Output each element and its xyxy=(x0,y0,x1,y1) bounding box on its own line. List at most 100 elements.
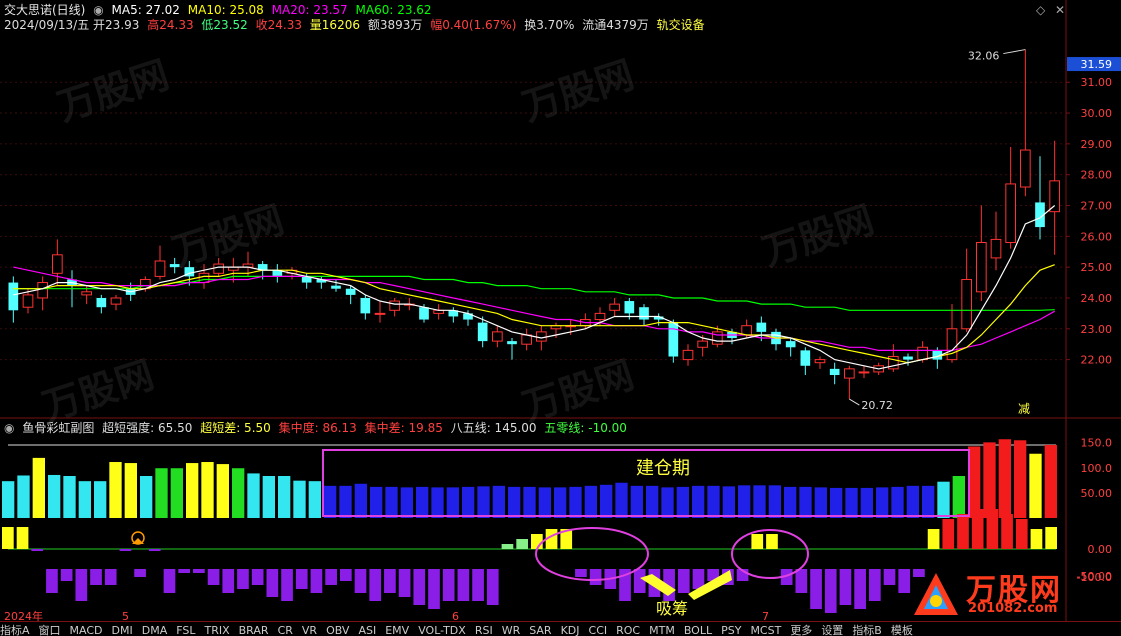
sub-upper-bar xyxy=(140,476,153,518)
candle-body xyxy=(594,312,606,321)
diamond-icon[interactable]: ◇ xyxy=(1036,3,1045,17)
candle-body xyxy=(81,291,93,296)
candle-body xyxy=(858,371,870,374)
sub-lower-bar xyxy=(839,569,852,605)
price-tick-label: 26.00 xyxy=(1081,230,1113,243)
quote-turnover: 换3.70% xyxy=(524,18,575,32)
sub-upper-bar xyxy=(492,485,505,518)
indicator-tab[interactable]: VOL-TDX xyxy=(418,624,466,636)
sub-upper-bar xyxy=(646,485,659,518)
sub-lower-bar xyxy=(266,569,279,597)
candle-body xyxy=(521,334,533,345)
sub-upper-bar xyxy=(784,486,797,518)
indicator-tab[interactable]: 模板 xyxy=(891,622,913,636)
indicator-tab[interactable]: DMI xyxy=(112,624,133,636)
candle-body xyxy=(198,272,210,284)
sub-upper-bar xyxy=(538,487,551,518)
candle-body xyxy=(946,328,958,361)
sub-lower-bar xyxy=(1015,519,1028,549)
sub-upper-bar xyxy=(339,485,352,518)
sub-lower-bar xyxy=(472,569,484,601)
settings-icon[interactable]: ◉ xyxy=(4,421,14,435)
indicator-tab[interactable]: 指标A xyxy=(0,622,30,636)
quote-change: 幅0.40(1.67%) xyxy=(430,18,517,32)
quote-open: 开23.93 xyxy=(93,18,140,32)
sub-chart-title[interactable]: 鱼骨彩虹副图 xyxy=(22,421,94,435)
indicator-tab[interactable]: ROC xyxy=(616,624,640,636)
sub-upper-bar xyxy=(554,487,567,518)
sub-lower-bar xyxy=(325,569,337,585)
indicator-tab[interactable]: BOLL xyxy=(684,624,712,636)
candle-body xyxy=(843,368,855,379)
sub-lower-bar xyxy=(75,569,88,601)
sub-upper-bar xyxy=(78,481,91,518)
indicator-tab[interactable]: VR xyxy=(302,624,317,636)
main-chart-header: 交大思诺(日线) ◉ MA5: 27.02 MA10: 25.08 MA20: … xyxy=(4,3,436,17)
indicator-tab[interactable]: FSL xyxy=(176,624,195,636)
sub-lower-bar xyxy=(2,527,14,549)
candle-body xyxy=(8,282,19,311)
sub-lower-bar xyxy=(295,569,308,589)
sub-upper-bar xyxy=(109,462,122,518)
sub-upper-bar xyxy=(830,487,843,518)
sub-upper-bar xyxy=(508,486,521,518)
quote-sector[interactable]: 轨交设备 xyxy=(657,18,705,32)
sub-lower-bar xyxy=(442,569,455,601)
sub-lower-bar xyxy=(46,569,58,593)
price-tick-label: 31.00 xyxy=(1081,76,1113,89)
sub-upper-bar xyxy=(799,486,812,518)
sub-lower-bar xyxy=(60,569,73,581)
sub-upper-bar xyxy=(124,463,137,518)
stock-name[interactable]: 交大思诺(日线) xyxy=(4,3,85,17)
indicator-tab[interactable]: MCST xyxy=(750,624,781,636)
candle-body xyxy=(1005,183,1017,243)
candle-body xyxy=(697,340,709,348)
indicator-tab[interactable]: OBV xyxy=(326,624,349,636)
sub-upper-bar xyxy=(32,457,45,518)
sub-upper-bar xyxy=(738,485,751,518)
candle-body xyxy=(507,341,517,345)
sub-lower-bar xyxy=(957,514,969,549)
sub-upper-bar xyxy=(324,485,337,518)
indicator-tab[interactable]: 指标B xyxy=(852,622,882,636)
sub-tick-label: 0.00 xyxy=(1088,543,1113,556)
sub-lower-bar xyxy=(428,569,440,609)
high-label: 32.06 xyxy=(968,50,1000,63)
indicator-tab[interactable]: SAR xyxy=(529,624,551,636)
indicator-tab[interactable]: DMA xyxy=(142,624,168,636)
sub-upper-bar xyxy=(1029,453,1042,518)
indicator-tab[interactable]: MTM xyxy=(649,624,675,636)
sub-upper-bar xyxy=(906,485,919,518)
indicator-tab[interactable]: TRIX xyxy=(204,624,229,636)
indicator-tab[interactable]: CCI xyxy=(589,624,608,636)
quote-close: 收24.33 xyxy=(255,18,302,32)
sub-lower-bar xyxy=(31,549,44,551)
indicator-tab[interactable]: 设置 xyxy=(821,622,843,636)
indicator-tab[interactable]: RSI xyxy=(475,624,493,636)
sub-upper-bar xyxy=(768,485,781,518)
indicator-tab[interactable]: 更多 xyxy=(790,622,812,636)
candle-body xyxy=(345,288,356,295)
sub-upper-bar xyxy=(446,487,459,518)
indicator-tab[interactable]: WR xyxy=(502,624,521,636)
indicator-tab[interactable]: 窗口 xyxy=(39,622,61,636)
sub-lower-bar xyxy=(795,569,808,593)
indicator-tab[interactable]: ASI xyxy=(358,624,376,636)
settings-icon[interactable]: ◉ xyxy=(93,3,103,17)
indicator-tab[interactable]: CR xyxy=(278,624,293,636)
indicator-tab[interactable]: PSY xyxy=(721,624,741,636)
sub-lower-bar xyxy=(104,569,117,585)
candle-body xyxy=(491,331,503,342)
indicator-tab[interactable]: BRAR xyxy=(239,624,269,636)
sub-lower-bar xyxy=(281,569,293,601)
indicator-tab-bar: 指标A 窗口 MACD DMI DMA FSL TRIX BRAR CR VR OBV ASI EMV V… xyxy=(0,621,1121,636)
candle-body xyxy=(800,350,811,366)
quote-volume: 量16206 xyxy=(309,18,360,32)
indicator-tab[interactable]: KDJ xyxy=(561,624,580,636)
build-period-label: 建仓期 xyxy=(636,458,690,479)
ma60-line xyxy=(13,275,1055,311)
indicator-tab[interactable]: EMV xyxy=(385,624,409,636)
indicator-tab[interactable]: MACD xyxy=(70,624,103,636)
logo-icon xyxy=(914,573,958,615)
close-icon[interactable]: ✕ xyxy=(1055,3,1065,17)
